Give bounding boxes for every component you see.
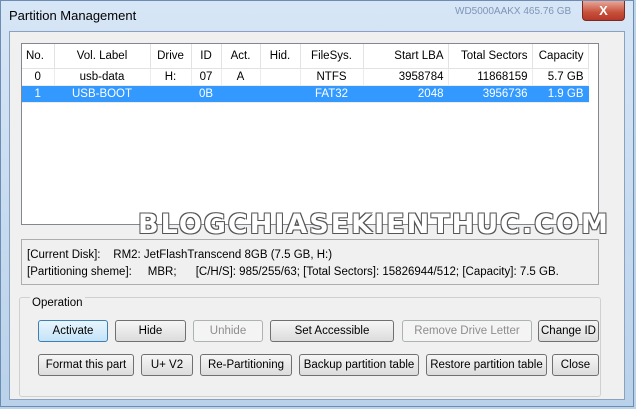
cell-drive <box>150 85 192 103</box>
unhide-button[interactable]: Unhide <box>193 320 263 342</box>
cell-start-lba: 2048 <box>363 85 449 103</box>
current-disk-text: [Current Disk]: RM2: JetFlashTranscend 8… <box>27 249 333 261</box>
cell-no: 0 <box>22 68 55 86</box>
close-button[interactable]: Close <box>552 354 599 376</box>
cell-id: 0B <box>191 85 222 103</box>
cell-vol-label: usb-data <box>54 68 151 86</box>
u-plus-v2-button[interactable]: U+ V2 <box>141 354 193 376</box>
cell-hid <box>260 68 301 86</box>
title-bar[interactable]: Partition Management WD5000AAKX 465.76 G… <box>1 1 633 31</box>
partition-management-window: Partition Management WD5000AAKX 465.76 G… <box>0 0 634 407</box>
cell-total-sectors: 11868159 <box>448 68 533 86</box>
set-accessible-button[interactable]: Set Accessible <box>270 320 394 342</box>
table-row[interactable]: 0 usb-data H: 07 A NTFS 3958784 11868159… <box>22 68 589 86</box>
column-header-total-sectors[interactable]: Total Sectors <box>448 44 533 69</box>
cell-start-lba: 3958784 <box>363 68 449 86</box>
column-header-hid[interactable]: Hid. <box>260 44 301 69</box>
column-header-capacity[interactable]: Capacity <box>532 44 589 69</box>
partitioning-scheme-text: [Partitioning sheme]: MBR; [C/H/S]: 985/… <box>27 266 559 278</box>
cell-act: A <box>221 68 261 86</box>
background-window-text: WD5000AAKX 465.76 GB <box>455 6 572 17</box>
format-partition-button[interactable]: Format this part <box>38 354 134 376</box>
cell-capacity: 1.9 GB <box>532 85 589 103</box>
hide-button[interactable]: Hide <box>115 320 186 342</box>
cell-filesys: FAT32 <box>300 85 364 103</box>
restore-partition-table-button[interactable]: Restore partition table <box>426 354 547 376</box>
remove-drive-letter-button[interactable]: Remove Drive Letter <box>402 320 532 342</box>
cell-drive: H: <box>150 68 192 86</box>
cell-act <box>221 85 261 103</box>
close-icon: X <box>599 3 608 18</box>
partition-table[interactable]: No. Vol. Label Drive ID Act. Hid. FileSy… <box>21 43 599 225</box>
change-id-button[interactable]: Change ID <box>538 320 599 342</box>
column-header-start-lba[interactable]: Start LBA <box>363 44 449 69</box>
column-header-vol-label[interactable]: Vol. Label <box>54 44 151 69</box>
cell-capacity: 5.7 GB <box>532 68 589 86</box>
column-header-act[interactable]: Act. <box>221 44 261 69</box>
activate-button[interactable]: Activate <box>38 320 108 342</box>
window-title: Partition Management <box>9 8 137 23</box>
cell-vol-label: USB-BOOT <box>54 85 151 103</box>
backup-partition-table-button[interactable]: Backup partition table <box>299 354 419 376</box>
column-header-no[interactable]: No. <box>22 44 55 69</box>
re-partitioning-button[interactable]: Re-Partitioning <box>200 354 292 376</box>
cell-total-sectors: 3956736 <box>448 85 533 103</box>
window-close-button[interactable]: X <box>582 1 625 21</box>
cell-no: 1 <box>22 85 55 103</box>
operation-group: Operation Activate Hide Unhide Set Acces… <box>19 297 601 397</box>
table-row-selected[interactable]: 1 USB-BOOT 0B FAT32 2048 3956736 1.9 GB <box>22 85 589 103</box>
column-header-id[interactable]: ID <box>191 44 222 69</box>
column-header-drive[interactable]: Drive <box>150 44 192 69</box>
cell-filesys: NTFS <box>300 68 364 86</box>
disk-info-panel: [Current Disk]: RM2: JetFlashTranscend 8… <box>21 239 599 285</box>
table-header-row: No. Vol. Label Drive ID Act. Hid. FileSy… <box>22 44 589 69</box>
column-header-filesys[interactable]: FileSys. <box>300 44 364 69</box>
operation-group-label: Operation <box>30 297 85 309</box>
watermark-text: BLOGCHIASEKIENTHUC.COM <box>138 209 610 240</box>
cell-id: 07 <box>191 68 222 86</box>
cell-hid <box>260 85 301 103</box>
